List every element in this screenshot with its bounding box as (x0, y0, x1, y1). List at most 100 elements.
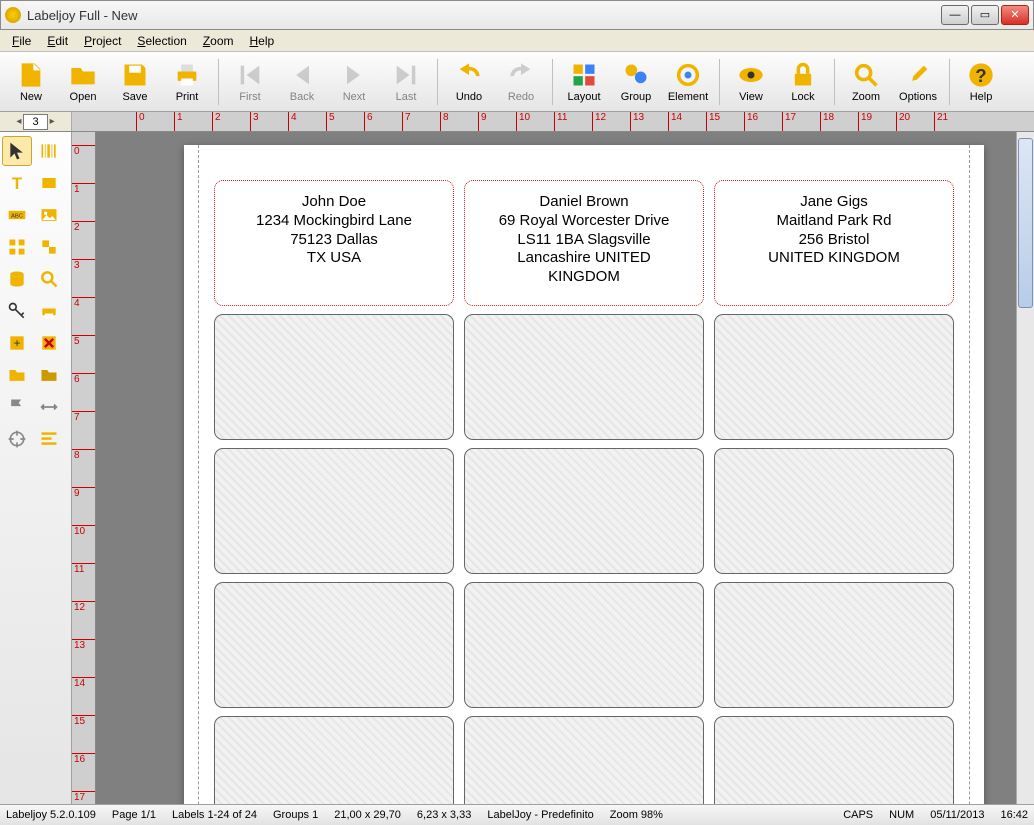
open-icon (69, 61, 97, 89)
save-button[interactable]: Save (110, 55, 160, 109)
ruler-h-tick: 5 (326, 112, 335, 131)
align-tool[interactable] (34, 424, 64, 454)
search-tool[interactable] (34, 264, 64, 294)
grid-tool[interactable] (2, 232, 32, 262)
ruler-h-tick: 19 (858, 112, 872, 131)
vertical-scrollbar[interactable] (1016, 132, 1034, 804)
flag-tool[interactable] (2, 392, 32, 422)
horizontal-ruler-bar: ◂ 3 ▸ 0123456789101112131415161718192021 (0, 112, 1034, 132)
page-prev-icon[interactable]: ◂ (16, 116, 21, 127)
view-icon (737, 61, 765, 89)
back-button[interactable]: Back (277, 55, 327, 109)
barcode-tool[interactable] (34, 136, 64, 166)
scrollbar-thumb[interactable] (1018, 138, 1033, 308)
maximize-button[interactable]: ▭ (971, 5, 999, 25)
ruler-v-tick: 15 (72, 715, 95, 727)
shape-tool[interactable] (34, 168, 64, 198)
new-icon (17, 61, 45, 89)
label-cell[interactable] (714, 314, 954, 440)
options-button[interactable]: Options (893, 55, 943, 109)
label-cell[interactable] (214, 314, 454, 440)
page-next-icon[interactable]: ▸ (50, 116, 55, 127)
new-button[interactable]: New (6, 55, 56, 109)
menu-help[interactable]: Help (242, 32, 283, 50)
text-tool[interactable]: T (2, 168, 32, 198)
swap-tool[interactable] (34, 232, 64, 262)
element-button[interactable]: Element (663, 55, 713, 109)
undo-button[interactable]: Undo (444, 55, 494, 109)
ruler-v-tick: 2 (72, 221, 95, 233)
pointer-tool[interactable] (2, 136, 32, 166)
last-button[interactable]: Last (381, 55, 431, 109)
status-num: NUM (889, 809, 914, 821)
label-cell[interactable] (214, 582, 454, 708)
redo-button[interactable]: Redo (496, 55, 546, 109)
app-icon (5, 7, 21, 23)
menu-edit[interactable]: Edit (39, 32, 76, 50)
label-cell[interactable]: Daniel Brown 69 Royal Worcester Drive LS… (464, 180, 704, 306)
minimize-button[interactable]: — (941, 5, 969, 25)
folder2-tool[interactable] (34, 360, 64, 390)
label-cell[interactable] (214, 716, 454, 804)
view-button[interactable]: View (726, 55, 776, 109)
zoom-button[interactable]: Zoom (841, 55, 891, 109)
target-tool[interactable] (2, 424, 32, 454)
label-cell[interactable]: John Doe 1234 Mockingbird Lane 75123 Dal… (214, 180, 454, 306)
menu-project[interactable]: Project (76, 32, 129, 50)
next-icon (340, 61, 368, 89)
label-cell[interactable] (464, 314, 704, 440)
lock-icon (789, 61, 817, 89)
layout-button[interactable]: Layout (559, 55, 609, 109)
group-button[interactable]: Group (611, 55, 661, 109)
menu-selection[interactable]: Selection (129, 32, 194, 50)
lock-button[interactable]: Lock (778, 55, 828, 109)
menu-bar: File Edit Project Selection Zoom Help (0, 30, 1034, 52)
close-button[interactable]: ✕ (1001, 5, 1029, 25)
label-cell[interactable] (714, 716, 954, 804)
svg-text:?: ? (975, 65, 986, 86)
group-icon (622, 61, 650, 89)
side-toolbar: T ABC + (0, 132, 72, 804)
folder-tool[interactable] (2, 360, 32, 390)
open-button[interactable]: Open (58, 55, 108, 109)
label-cell[interactable] (714, 582, 954, 708)
svg-text:T: T (12, 174, 22, 193)
delete-tool[interactable] (34, 328, 64, 358)
label-text: Jane Gigs Maitland Park Rd 256 Bristol U… (727, 193, 941, 293)
canvas-area[interactable]: John Doe 1234 Mockingbird Lane 75123 Dal… (96, 132, 1016, 804)
label-page: John Doe 1234 Mockingbird Lane 75123 Dal… (184, 145, 984, 804)
label-cell[interactable] (464, 448, 704, 574)
ruler-h-tick: 17 (782, 112, 796, 131)
element-icon (674, 61, 702, 89)
label-cell[interactable] (714, 448, 954, 574)
label-cell[interactable]: Jane Gigs Maitland Park Rd 256 Bristol U… (714, 180, 954, 306)
abc-tool[interactable]: ABC (2, 200, 32, 230)
ruler-v-tick: 12 (72, 601, 95, 613)
undo-icon (455, 61, 483, 89)
menu-file[interactable]: File (4, 32, 39, 50)
next-button[interactable]: Next (329, 55, 379, 109)
insert-tool[interactable]: + (2, 328, 32, 358)
menu-zoom[interactable]: Zoom (195, 32, 242, 50)
horizontal-ruler: 0123456789101112131415161718192021 (72, 112, 1034, 131)
db-tool[interactable] (2, 264, 32, 294)
print-button[interactable]: Print (162, 55, 212, 109)
ruler-h-tick: 13 (630, 112, 644, 131)
label-cell[interactable] (464, 716, 704, 804)
label-text: John Doe 1234 Mockingbird Lane 75123 Dal… (227, 193, 441, 293)
status-dims: 21,00 x 29,70 (334, 809, 401, 821)
vertical-ruler: 01234567891011121314151617 (72, 132, 96, 804)
label-cell[interactable] (464, 582, 704, 708)
help-button[interactable]: ?Help (956, 55, 1006, 109)
key-tool[interactable] (2, 296, 32, 326)
ruler-v-tick: 17 (72, 791, 95, 803)
page-spinner[interactable]: ◂ 3 ▸ (0, 112, 72, 131)
status-version: Labeljoy 5.2.0.109 (6, 809, 96, 821)
first-button[interactable]: First (225, 55, 275, 109)
image-tool[interactable] (34, 200, 64, 230)
print-tool[interactable] (34, 296, 64, 326)
redo-icon (507, 61, 535, 89)
label-cell[interactable] (214, 448, 454, 574)
status-date: 05/11/2013 (930, 809, 984, 821)
dim-tool[interactable] (34, 392, 64, 422)
